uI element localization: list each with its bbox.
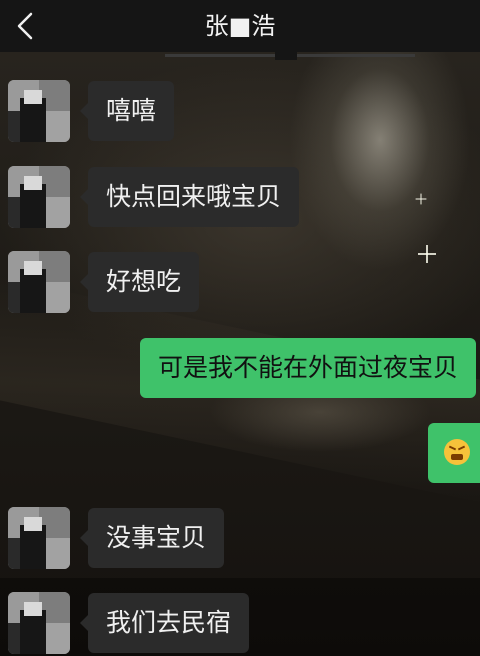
- received-message[interactable]: 好想吃: [79, 252, 200, 312]
- received-message[interactable]: 快点回来哦宝贝: [79, 167, 300, 227]
- sparkle-decoration: [418, 245, 436, 263]
- header-divider-notch: [275, 52, 297, 60]
- sent-emoji-message[interactable]: [428, 423, 480, 483]
- contact-avatar[interactable]: [8, 80, 70, 142]
- received-message[interactable]: 我们去民宿: [79, 593, 250, 653]
- contact-avatar[interactable]: [8, 251, 70, 313]
- received-message[interactable]: 没事宝贝: [79, 508, 225, 568]
- contact-avatar[interactable]: [8, 166, 70, 228]
- contact-avatar[interactable]: [8, 507, 70, 569]
- chat-wallpaper: [0, 0, 480, 656]
- received-message[interactable]: 嘻嘻: [79, 81, 175, 141]
- sparkle-decoration: [416, 193, 427, 205]
- contact-avatar[interactable]: [8, 592, 70, 654]
- sent-message[interactable]: 可是我不能在外面过夜宝贝: [140, 338, 477, 398]
- grimacing-face-emoji-icon: [444, 439, 470, 465]
- chevron-left-icon: [17, 12, 33, 40]
- chat-header: 张■浩: [0, 0, 480, 52]
- back-button[interactable]: [6, 6, 46, 46]
- chat-title: 张■浩: [204, 12, 276, 40]
